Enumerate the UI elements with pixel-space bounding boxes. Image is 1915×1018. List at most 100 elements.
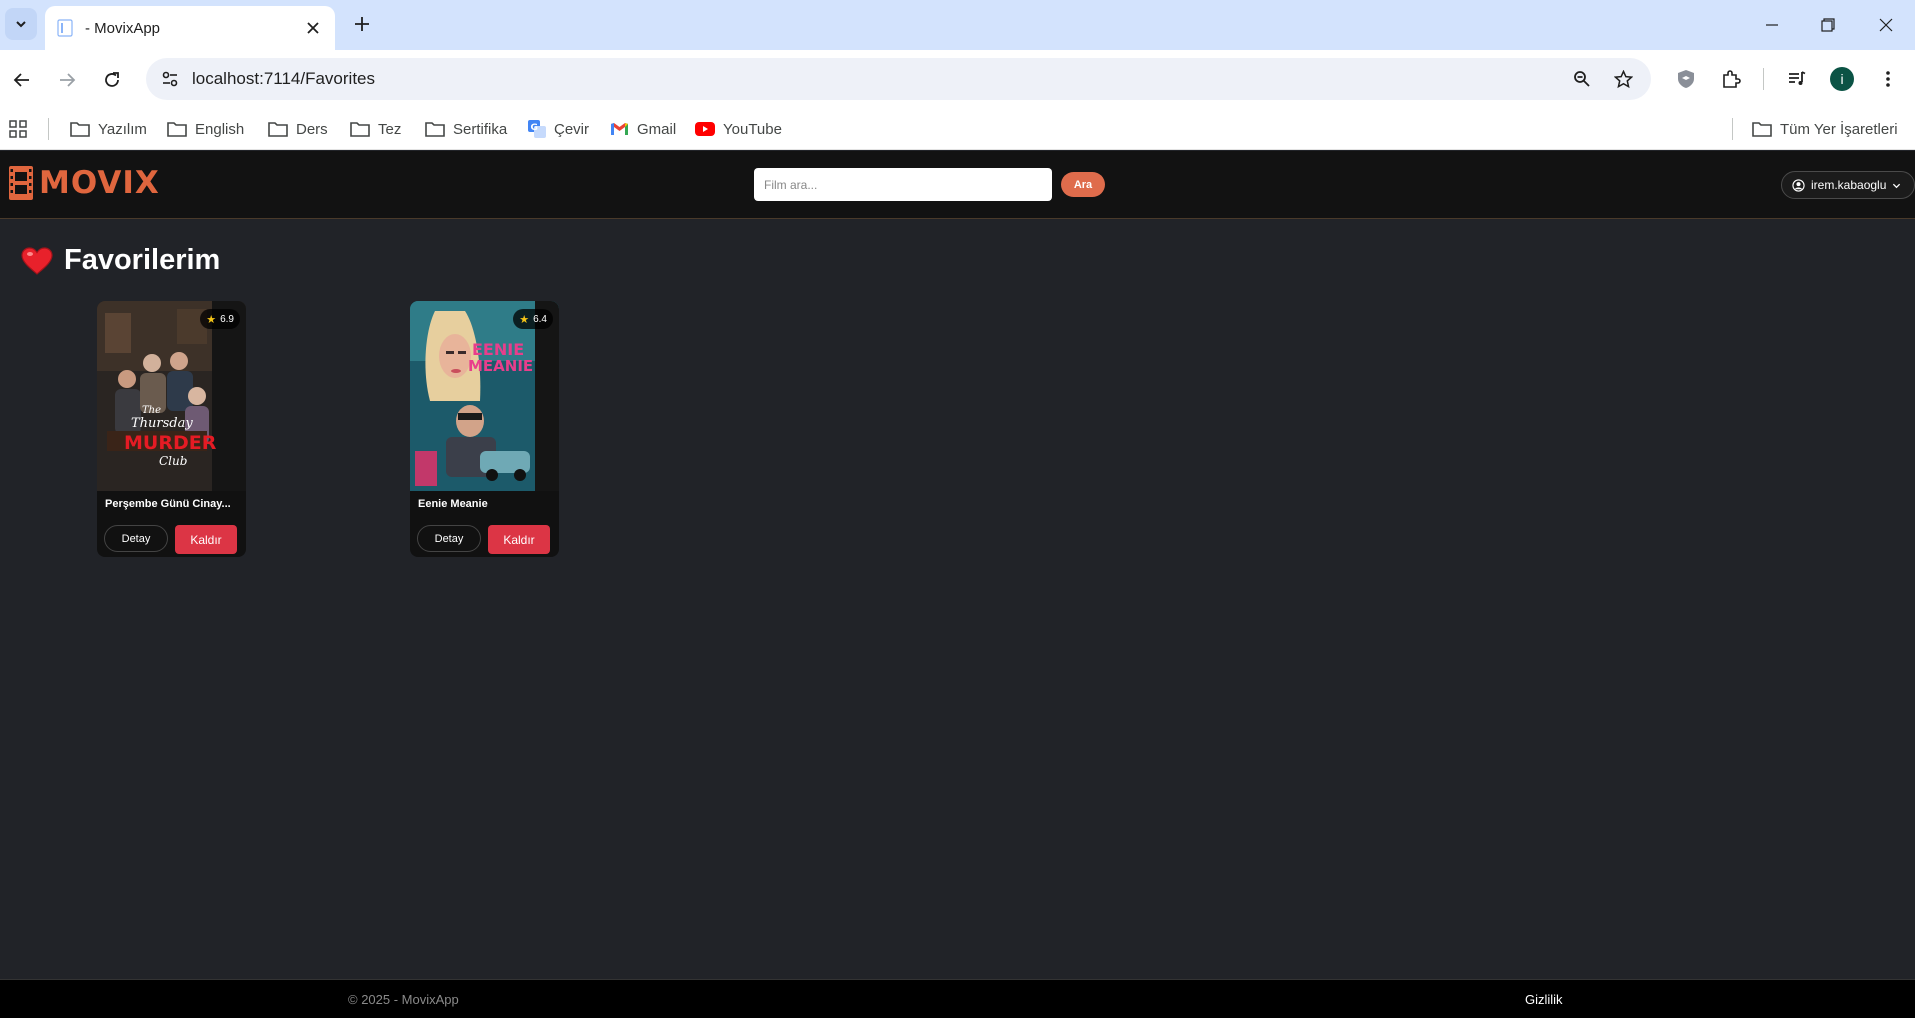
- tune-icon: [162, 71, 178, 87]
- rating-value: 6.9: [220, 313, 234, 325]
- gmail-icon: [611, 123, 628, 135]
- forward-button[interactable]: [51, 64, 83, 96]
- brand-name: MOVIX: [39, 165, 160, 201]
- toolbar-divider: [1763, 68, 1764, 90]
- svg-text:G: G: [531, 123, 538, 133]
- film-search-input[interactable]: [754, 168, 1052, 201]
- chevron-down-icon: [1893, 183, 1901, 188]
- bookmark-folder-tez[interactable]: Tez: [350, 116, 401, 142]
- remove-button[interactable]: Kaldır: [488, 525, 550, 554]
- star-icon: ★: [519, 313, 530, 326]
- folder-icon: [1752, 122, 1772, 137]
- more-menu-icon[interactable]: [1874, 65, 1902, 93]
- privacy-link[interactable]: Gizlilik: [1525, 992, 1563, 1007]
- close-window-button[interactable]: [1871, 10, 1901, 40]
- all-bookmarks-label: Tüm Yer İşaretleri: [1780, 120, 1898, 138]
- folder-icon: [350, 122, 370, 137]
- bookmark-cevir[interactable]: G Çevir: [528, 116, 589, 142]
- movie-poster[interactable]: The Thursday MURDER Club: [97, 301, 246, 491]
- new-tab-button[interactable]: [350, 12, 374, 36]
- browser-toolbar: localhost:7114/Favorites i: [0, 50, 1915, 108]
- folder-icon: [268, 122, 288, 137]
- user-menu-dropdown[interactable]: irem.kabaoglu: [1781, 171, 1915, 199]
- bookmark-divider: [1732, 118, 1733, 140]
- folder-icon: [70, 122, 90, 137]
- minimize-button[interactable]: [1757, 10, 1787, 40]
- close-icon: [1879, 18, 1893, 32]
- bookmark-gmail[interactable]: Gmail: [610, 116, 676, 142]
- youtube-icon: [695, 122, 715, 136]
- tab-title: - MovixApp: [85, 19, 161, 37]
- user-circle-icon: [1792, 178, 1805, 192]
- browser-tab-active[interactable]: - MovixApp: [45, 6, 335, 50]
- username: irem.kabaoglu: [1811, 178, 1887, 192]
- page-title: Favorilerim: [64, 244, 221, 276]
- url-text[interactable]: localhost:7114/Favorites: [192, 69, 375, 89]
- extensions-puzzle-icon[interactable]: [1717, 65, 1745, 93]
- remove-button[interactable]: Kaldır: [175, 525, 237, 554]
- tab-search-button[interactable]: [5, 8, 37, 40]
- favorite-card: The Thursday MURDER Club ★ 6.9 Perşembe …: [97, 301, 246, 557]
- copyright-text: © 2025 - MovixApp: [348, 992, 459, 1007]
- bookmark-divider: [48, 118, 49, 140]
- minimize-icon: [1766, 24, 1778, 26]
- rating-badge: ★ 6.4: [513, 309, 553, 329]
- restore-icon: [1821, 18, 1835, 32]
- chevron-down-icon: [16, 21, 26, 28]
- detail-button[interactable]: Detay: [417, 525, 481, 552]
- poster-text-club: Club: [159, 454, 187, 468]
- browser-tabstrip: - MovixApp: [0, 0, 1915, 50]
- bookmark-folder-english[interactable]: English: [167, 116, 244, 142]
- poster-text-meanie: MEANIE: [468, 357, 533, 375]
- star-icon: ★: [206, 313, 217, 326]
- page-icon: [57, 19, 73, 37]
- brand-logo[interactable]: MOVIX: [8, 165, 160, 201]
- bookmark-label: Çevir: [554, 120, 590, 138]
- all-bookmarks-folder[interactable]: Tüm Yer İşaretleri: [1752, 116, 1898, 142]
- rating-value: 6.4: [533, 313, 547, 325]
- media-queue-icon[interactable]: [1783, 65, 1811, 93]
- bookmark-label: English: [195, 120, 245, 138]
- rating-badge: ★ 6.9: [200, 309, 240, 329]
- bookmark-youtube[interactable]: YouTube: [695, 116, 782, 142]
- poster-text-the: The: [142, 405, 161, 416]
- site-navbar: MOVIX Ara irem.kabaoglu: [0, 151, 1915, 219]
- shield-extension-icon[interactable]: [1672, 65, 1700, 93]
- movie-title: Eenie Meanie: [418, 498, 488, 510]
- restore-button[interactable]: [1813, 10, 1843, 40]
- reload-button[interactable]: [96, 64, 128, 96]
- page-header: Favorilerim: [20, 244, 220, 277]
- bookmark-folder-yazilim[interactable]: Yazılım: [70, 116, 147, 142]
- bookmark-folder-ders[interactable]: Ders: [268, 116, 328, 142]
- apps-grid-icon: [9, 120, 27, 138]
- heart-icon: [21, 246, 53, 275]
- bookmark-label: YouTube: [723, 120, 782, 138]
- folder-icon: [167, 122, 187, 137]
- close-tab-icon[interactable]: [303, 18, 323, 38]
- film-reel-icon: [9, 166, 33, 200]
- detail-button[interactable]: Detay: [104, 525, 168, 552]
- translate-icon: G: [528, 120, 546, 138]
- poster-text-murder: MURDER: [124, 432, 217, 454]
- poster-text-thursday: Thursday: [131, 416, 193, 431]
- apps-button[interactable]: [9, 116, 27, 142]
- zoom-icon[interactable]: [1570, 67, 1594, 91]
- bookmark-label: Tez: [378, 120, 402, 138]
- bookmark-label: Sertifika: [453, 120, 508, 138]
- back-button[interactable]: [6, 64, 38, 96]
- movie-title: Perşembe Günü Cinay...: [105, 498, 231, 510]
- bookmark-folder-sertifika[interactable]: Sertifika: [425, 116, 507, 142]
- site-info-button[interactable]: [154, 63, 186, 95]
- favorite-card: EENIE MEANIE ★ 6.4 Eenie Meanie Detay Ka…: [410, 301, 559, 557]
- bookmark-label: Ders: [296, 120, 328, 138]
- bookmark-star-icon[interactable]: [1611, 67, 1635, 91]
- movie-poster[interactable]: EENIE MEANIE: [410, 301, 559, 491]
- address-bar[interactable]: localhost:7114/Favorites: [146, 58, 1651, 100]
- search-button[interactable]: Ara: [1061, 172, 1105, 197]
- plus-icon: [355, 17, 369, 31]
- folder-icon: [425, 122, 445, 137]
- reload-icon: [105, 72, 119, 87]
- arrow-right-icon: [60, 73, 76, 87]
- arrow-left-icon: [13, 73, 29, 87]
- profile-avatar[interactable]: i: [1830, 67, 1854, 91]
